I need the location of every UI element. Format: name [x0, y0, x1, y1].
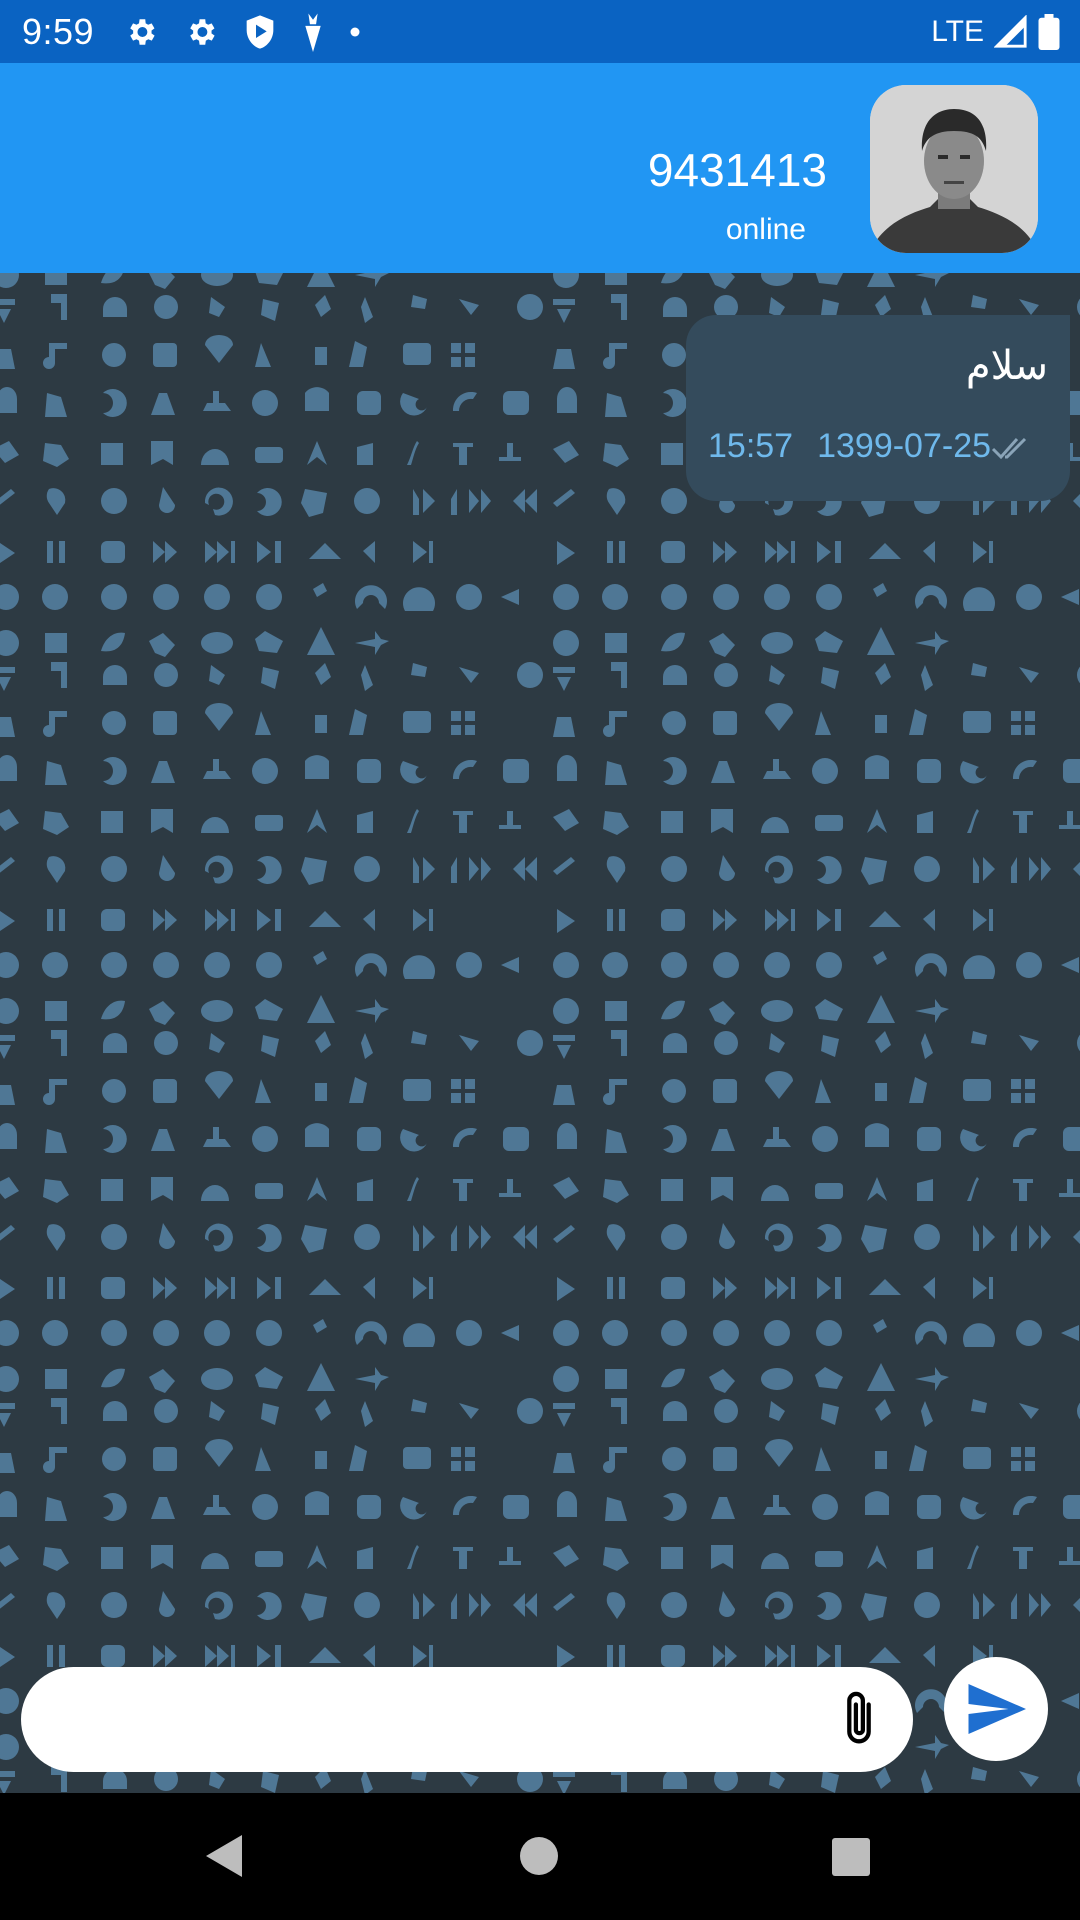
status-system-icons: LTE — [931, 0, 1060, 63]
status-bar: 9:59 LTE — [0, 0, 1080, 63]
message-meta: 15:57 1399-07-25 — [708, 427, 1031, 466]
message-date: 1399-07-25 — [817, 427, 992, 465]
signal-icon — [994, 14, 1027, 48]
carrot-icon — [305, 13, 321, 52]
network-type: LTE — [931, 14, 984, 48]
avatar-photo — [870, 85, 1038, 253]
send-icon — [968, 1684, 1026, 1734]
contact-name[interactable]: 9431413 — [648, 143, 827, 197]
avatar[interactable] — [870, 85, 1038, 253]
gear-icon — [190, 18, 215, 45]
paperclip-icon[interactable] — [835, 1689, 883, 1751]
back-icon[interactable] — [204, 1833, 244, 1879]
double-check-icon — [991, 437, 1027, 459]
status-notification-icons — [124, 12, 360, 52]
navigation-bar — [0, 1793, 1080, 1920]
message-text: سلام — [965, 344, 1048, 388]
contact-status: online — [725, 213, 806, 246]
chat-area[interactable]: سلام 15:57 1399-07-25 — [0, 273, 1080, 1793]
dot-icon — [350, 27, 360, 36]
message-bubble-outgoing[interactable]: سلام 15:57 1399-07-25 — [686, 315, 1070, 501]
chat-header: 9431413 online — [0, 63, 1080, 273]
home-icon[interactable] — [520, 1837, 558, 1875]
gear-icon — [130, 18, 155, 45]
message-input[interactable] — [57, 1667, 821, 1774]
send-button[interactable] — [944, 1657, 1048, 1761]
battery-icon — [1038, 13, 1060, 50]
message-composer — [21, 1667, 913, 1774]
status-time: 9:59 — [22, 10, 95, 52]
recents-icon[interactable] — [832, 1838, 870, 1876]
message-time: 15:57 — [708, 427, 794, 465]
shield-play-icon — [246, 14, 274, 49]
chat-background-pattern — [0, 273, 1080, 1793]
